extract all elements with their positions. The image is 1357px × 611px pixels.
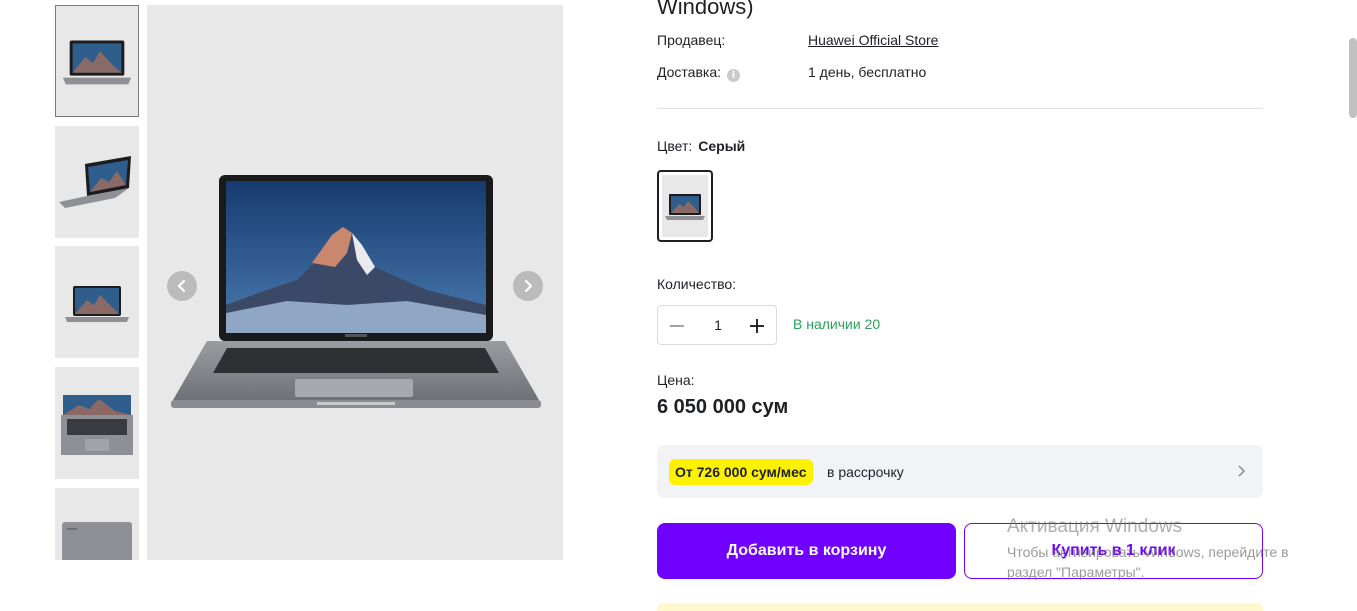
thumbnail-3[interactable] [55, 246, 139, 358]
prev-image-button[interactable] [167, 271, 197, 301]
quantity-label: Количество: [657, 276, 737, 292]
price-value: 6 050 000 сум [657, 396, 789, 418]
increase-button[interactable] [746, 315, 768, 337]
chevron-left-icon [177, 279, 186, 293]
color-row: Цвет: Серый [657, 138, 745, 154]
thumbnail-4[interactable] [55, 367, 139, 479]
info-icon[interactable]: i [727, 69, 741, 82]
watermark-text: Чтобы активировать Windows, перейдите в … [1007, 544, 1289, 580]
thumbnail-1[interactable] [55, 5, 139, 117]
price-label: Цена: [657, 372, 695, 388]
color-value: Серый [698, 138, 746, 154]
thumbnail-5[interactable] [55, 488, 139, 560]
seller-label: Продавец: [657, 32, 726, 48]
delivery-label: Доставка: [657, 64, 722, 80]
promo-strip [657, 603, 1263, 611]
add-to-cart-button[interactable]: Добавить в корзину [657, 523, 956, 579]
quantity-value[interactable]: 1 [698, 317, 738, 333]
laptop-angle-image [59, 156, 131, 208]
watermark-title: Активация Windows [1007, 516, 1183, 537]
next-image-button[interactable] [513, 271, 543, 301]
laptop-front-image [62, 40, 132, 85]
installment-banner[interactable]: От 726 000 сум/мес в рассрочку [657, 445, 1263, 498]
installment-badge: От 726 000 сум/мес [669, 459, 813, 485]
thumbnail-strip [55, 5, 139, 560]
laptop-image [171, 175, 541, 408]
minus-icon [670, 325, 684, 327]
delivery-value: 1 день, бесплатно [808, 64, 927, 80]
delivery-label-row: Доставка: i [657, 64, 741, 82]
chevron-right-icon [524, 279, 533, 293]
seller-link[interactable]: Huawei Official Store [808, 32, 938, 48]
laptop-swatch-image [665, 194, 705, 220]
swatch-thumbnail [662, 175, 708, 237]
installment-text: в рассрочку [827, 464, 904, 480]
color-label: Цвет: [657, 138, 693, 154]
stock-status: В наличии 20 [793, 316, 881, 332]
color-swatch-gray[interactable] [657, 170, 713, 242]
chevron-right-icon [1238, 465, 1246, 477]
laptop-top-image [61, 395, 133, 455]
laptop-front-small-image [65, 286, 129, 322]
page-scrollbar[interactable] [1349, 38, 1357, 118]
plus-icon [750, 319, 764, 333]
decrease-button[interactable] [666, 315, 688, 337]
product-title: Windows) [657, 0, 754, 19]
laptop-lid-image [62, 522, 132, 560]
thumbnail-2[interactable] [55, 126, 139, 238]
quantity-stepper: 1 [657, 305, 777, 345]
main-product-image [147, 5, 563, 560]
divider [657, 108, 1263, 109]
